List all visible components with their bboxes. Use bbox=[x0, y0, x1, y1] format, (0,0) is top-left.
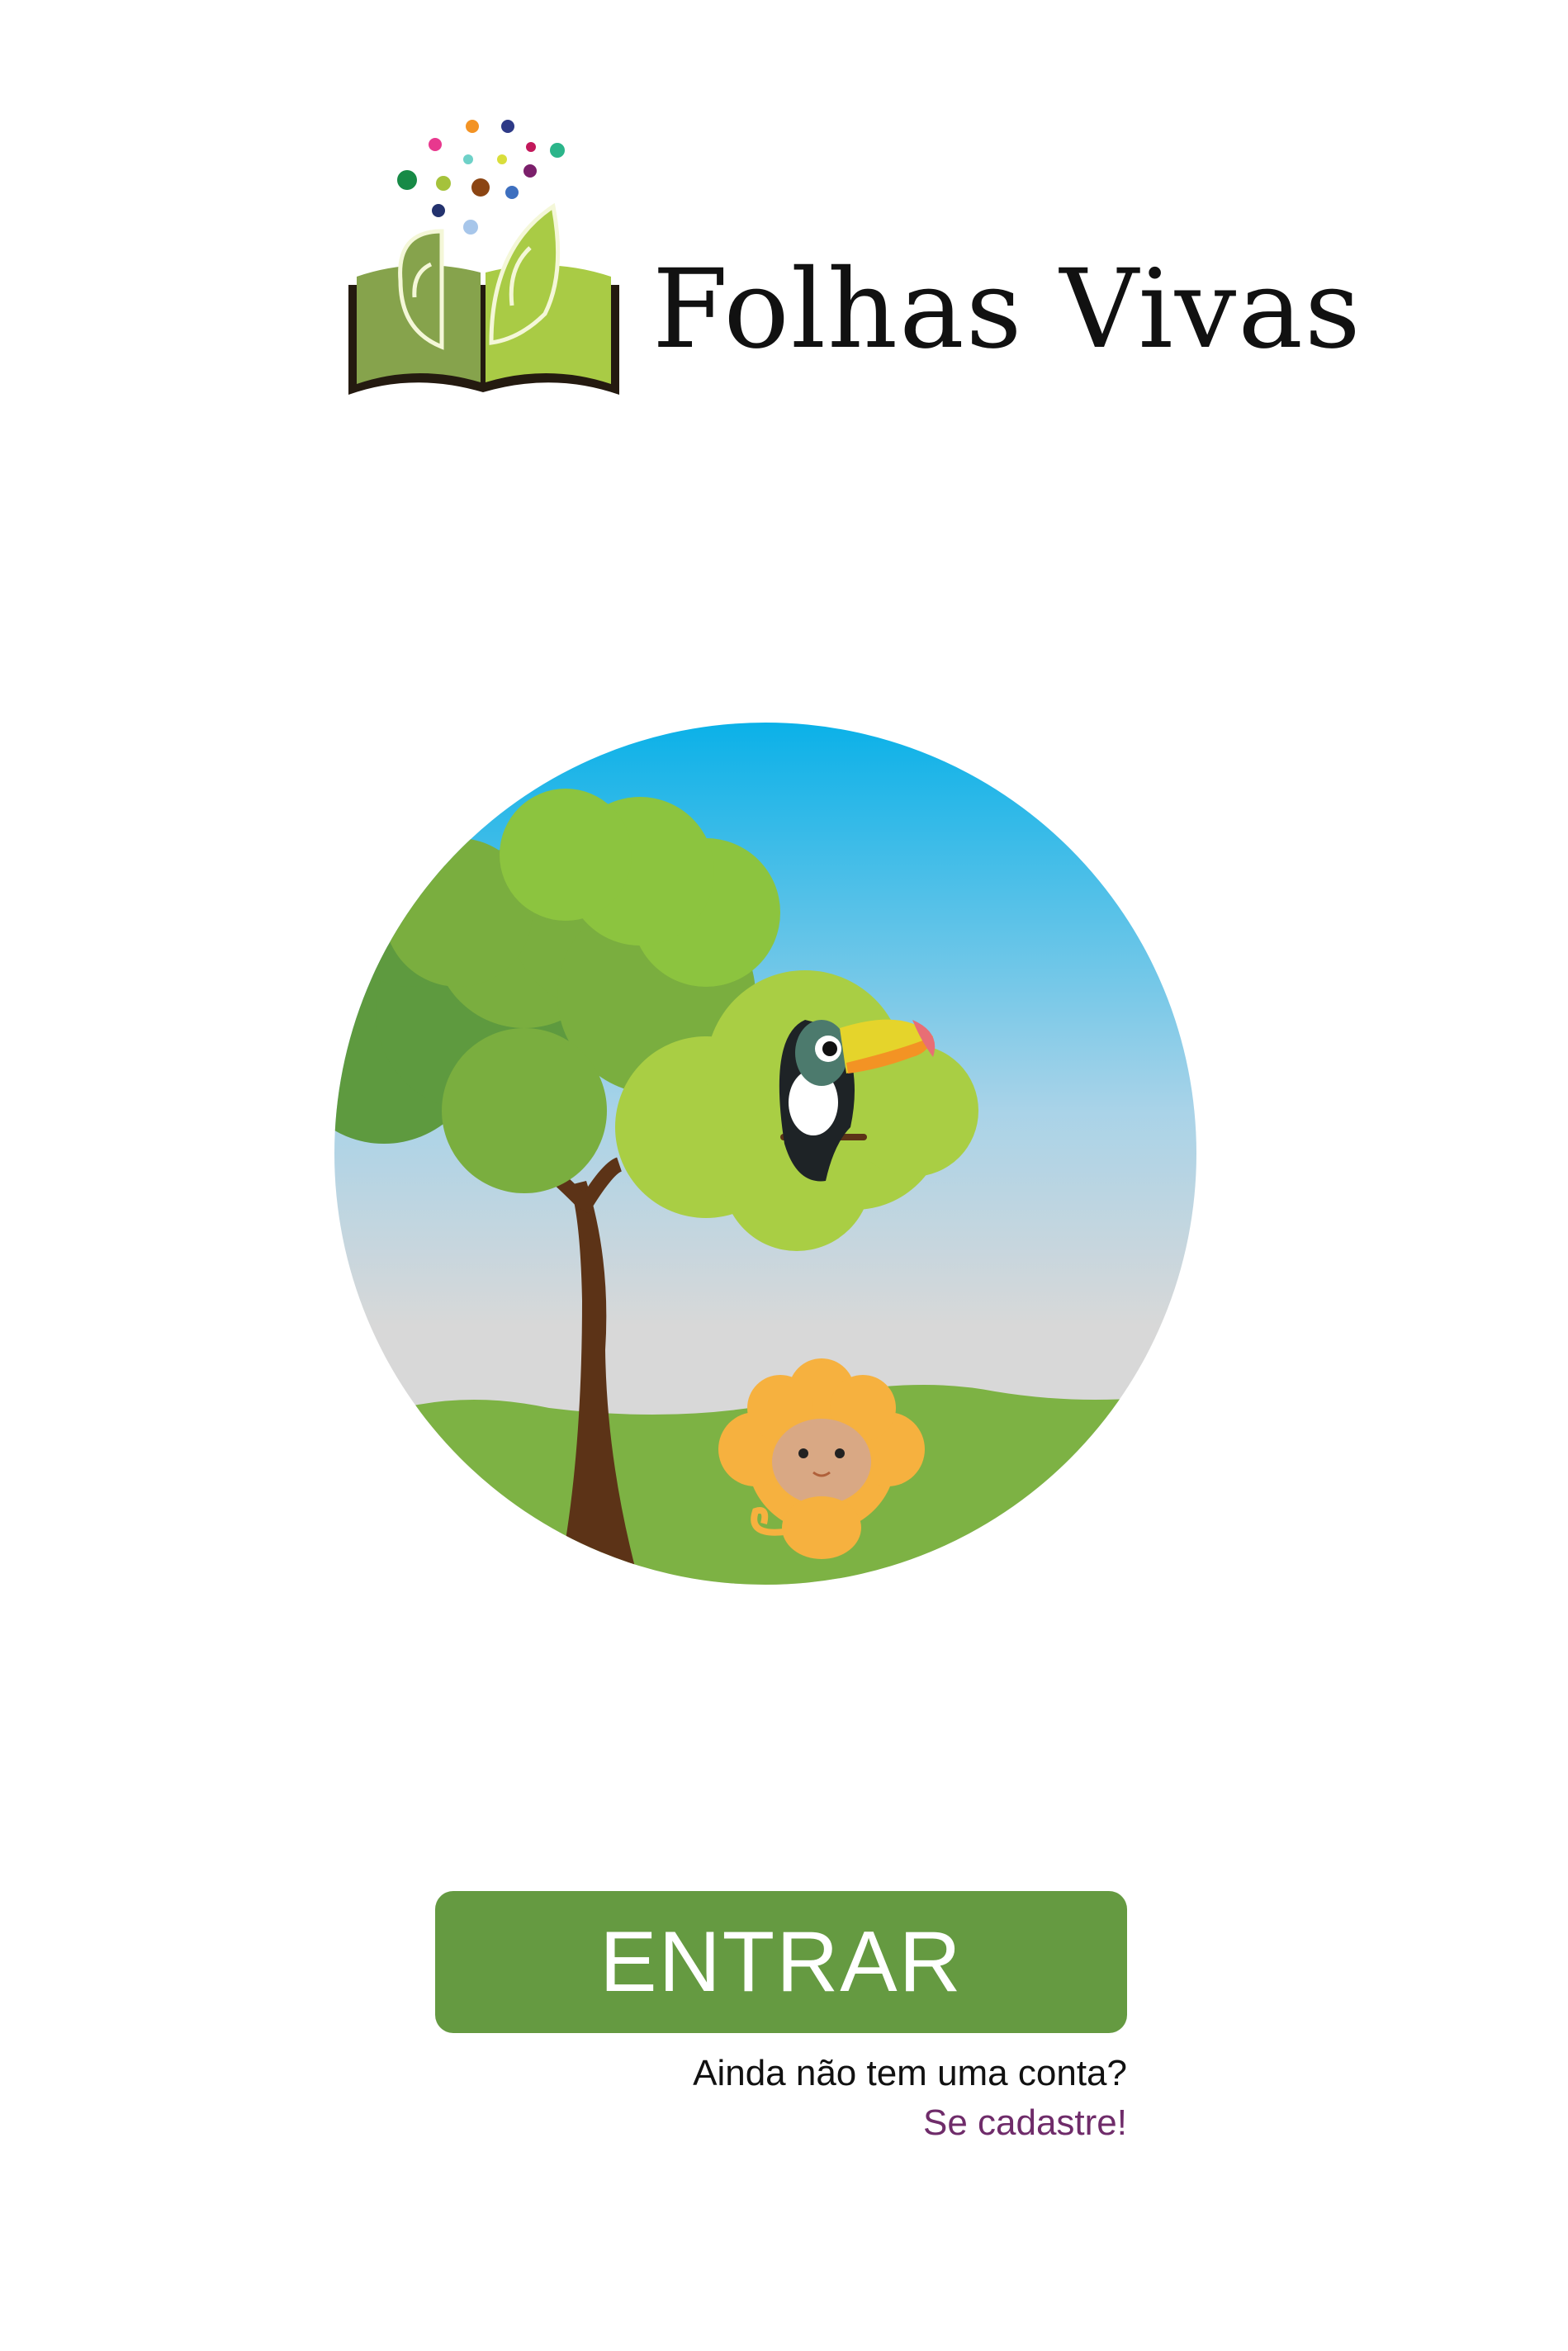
book-with-leaves-icon bbox=[348, 120, 619, 395]
enter-button[interactable]: ENTRAR bbox=[435, 1891, 1127, 2033]
brand-name: Folhas Vivas bbox=[652, 246, 1362, 373]
brand-logo: Folhas Vivas bbox=[339, 107, 1361, 405]
forest-scene-illustration bbox=[334, 723, 1197, 1586]
signup-link[interactable]: Se cadastre! bbox=[435, 2102, 1127, 2144]
signup-prompt: Ainda não tem uma conta? bbox=[693, 2053, 1127, 2093]
